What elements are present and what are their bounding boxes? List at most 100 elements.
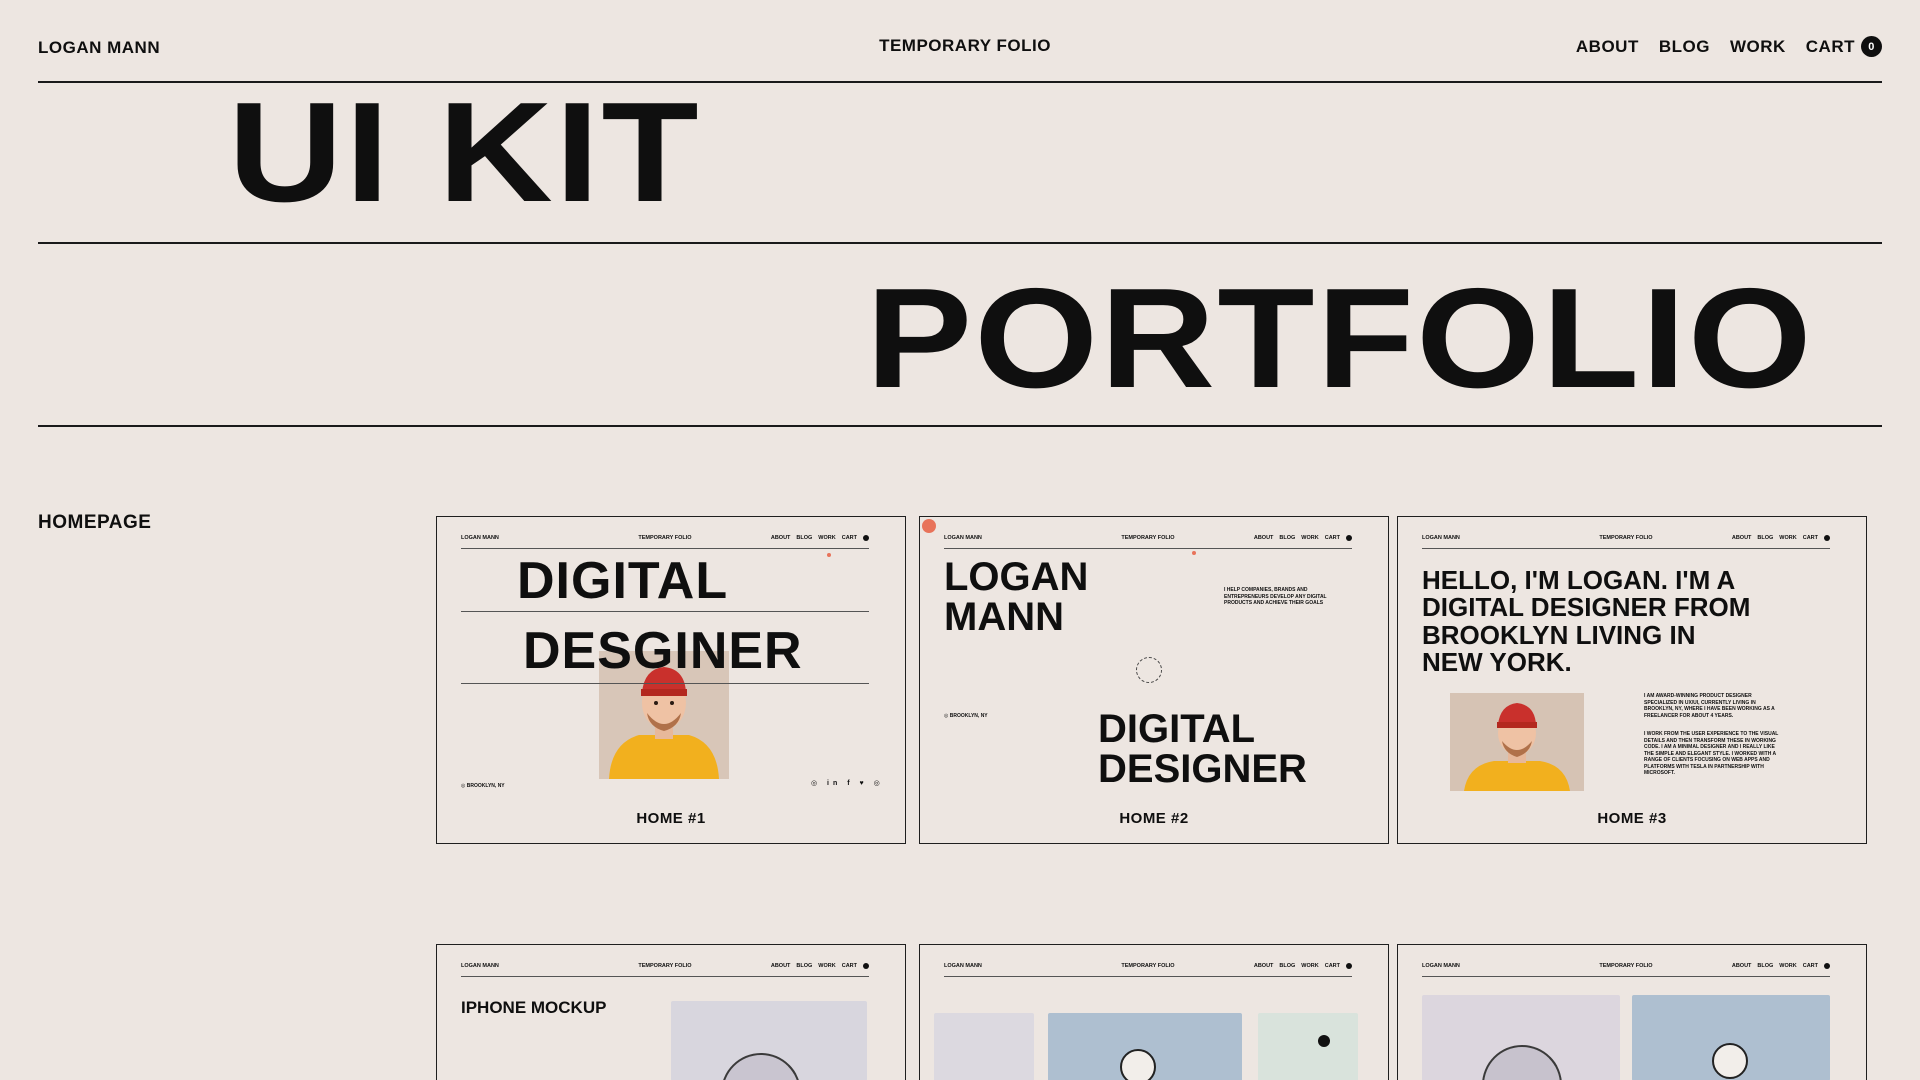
mini-cart-dot-icon xyxy=(1824,535,1830,541)
hero-title-portfolio: PORTFOLIO xyxy=(866,259,1814,418)
card-bio-2: I WORK FROM THE USER EXPERIENCE TO THE V… xyxy=(1644,731,1779,776)
mini-nav-cart: CART xyxy=(1324,963,1340,969)
card-name-1: LOGAN xyxy=(944,555,1089,599)
homepage-card-4[interactable]: LOGAN MANN TEMPORARY FOLIO ABOUT BLOG WO… xyxy=(436,944,906,1080)
mini-divider xyxy=(461,976,869,977)
mini-nav-cart: CART xyxy=(1802,535,1818,541)
mini-divider xyxy=(1422,976,1830,977)
card-name-2: MANN xyxy=(944,595,1064,639)
card-headline-2: DESIGNER xyxy=(1098,747,1307,791)
mini-nav-blog: BLOG xyxy=(796,963,813,969)
section-label-homepage: HOMEPAGE xyxy=(38,512,152,533)
mini-nav: ABOUT BLOG WORK CART xyxy=(1254,963,1352,969)
mockup-image-1 xyxy=(1422,995,1620,1080)
mini-header: LOGAN MANN TEMPORARY FOLIO ABOUT BLOG WO… xyxy=(461,963,869,977)
main-nav: ABOUT BLOG WORK CART 0 xyxy=(1576,36,1882,57)
homepage-card-2[interactable]: LOGAN MANN TEMPORARY FOLIO ABOUT BLOG WO… xyxy=(919,516,1389,844)
mockup-image-1 xyxy=(934,1013,1034,1080)
accent-dot xyxy=(922,519,936,533)
card-caption: HOME #3 xyxy=(1597,810,1667,827)
intro-line-1: HELLO, I'M LOGAN. I'M A xyxy=(1422,565,1736,595)
card-caption: HOME #2 xyxy=(1119,810,1189,827)
mini-cart-dot-icon xyxy=(1346,535,1352,541)
mini-nav-cart: CART xyxy=(841,963,857,969)
phone-camera-icon xyxy=(1318,1035,1330,1047)
mini-cart-dot-icon xyxy=(1824,963,1830,969)
hero-divider-1 xyxy=(38,242,1882,244)
mini-nav-work: WORK xyxy=(1301,535,1319,541)
mini-cart-dot-icon xyxy=(863,535,869,541)
mini-nav-blog: BLOG xyxy=(1279,963,1296,969)
mini-nav-work: WORK xyxy=(1779,535,1797,541)
mini-header: LOGAN MANN TEMPORARY FOLIO ABOUT BLOG WO… xyxy=(1422,535,1830,549)
card-headline-2: DESGINER xyxy=(523,622,803,680)
mini-divider xyxy=(944,548,1352,549)
mini-nav-blog: BLOG xyxy=(1757,535,1774,541)
mini-divider xyxy=(461,548,869,549)
badge-icon xyxy=(1120,1049,1156,1080)
mockup-image-2 xyxy=(1632,995,1830,1080)
mini-divider xyxy=(461,683,869,684)
mini-nav-work: WORK xyxy=(818,963,836,969)
lets-work-badge-icon xyxy=(1136,657,1162,683)
nav-work[interactable]: WORK xyxy=(1730,37,1786,57)
mini-nav-blog: BLOG xyxy=(796,535,813,541)
mini-divider xyxy=(461,611,869,612)
mini-nav-cart: CART xyxy=(841,535,857,541)
intro-line-3: BROOKLYN LIVING IN xyxy=(1422,619,1696,650)
homepage-card-5[interactable]: LOGAN MANN TEMPORARY FOLIO ABOUT BLOG WO… xyxy=(919,944,1389,1080)
card-caption: HOME #1 xyxy=(636,810,706,827)
mini-nav-about: ABOUT xyxy=(1253,535,1274,541)
nav-about[interactable]: ABOUT xyxy=(1576,37,1639,57)
hero-title-uikit: UI KIT xyxy=(228,73,701,232)
nav-blog[interactable]: BLOG xyxy=(1659,37,1710,57)
mini-divider xyxy=(1422,548,1830,549)
mini-header: LOGAN MANN TEMPORARY FOLIO ABOUT BLOG WO… xyxy=(1422,963,1830,977)
homepage-card-1[interactable]: LOGAN MANN TEMPORARY FOLIO ABOUT BLOG WO… xyxy=(436,516,906,844)
intro-line-4: NEW YORK. xyxy=(1422,646,1572,677)
card-headline-1: DIGITAL xyxy=(1098,707,1256,751)
homepage-card-3[interactable]: LOGAN MANN TEMPORARY FOLIO ABOUT BLOG WO… xyxy=(1397,516,1867,844)
mini-location: ◎ BROOKLYN, NY xyxy=(461,783,505,789)
card-intro-headline: HELLO, I'M LOGAN. I'M A DIGITAL DESIGNER… xyxy=(1422,565,1751,677)
mockup-image-3 xyxy=(1258,1013,1358,1080)
mini-cart-dot-icon xyxy=(863,963,869,969)
mockup-image-2 xyxy=(1048,1013,1242,1080)
mini-nav-cart: CART xyxy=(1802,963,1818,969)
accent-dot xyxy=(827,553,831,557)
mini-nav: ABOUT BLOG WORK CART xyxy=(1732,963,1830,969)
mini-cart-dot-icon xyxy=(1346,963,1352,969)
mini-location: ◎ BROOKLYN, NY xyxy=(944,713,988,719)
portrait-photo xyxy=(1450,693,1584,791)
mini-nav: ABOUT BLOG WORK CART xyxy=(771,535,869,541)
phone-camera-icon xyxy=(721,1053,801,1080)
nav-cart[interactable]: CART 0 xyxy=(1806,36,1882,57)
mini-nav-cart: CART xyxy=(1324,535,1340,541)
mini-divider xyxy=(944,976,1352,977)
homepage-card-6[interactable]: LOGAN MANN TEMPORARY FOLIO ABOUT BLOG WO… xyxy=(1397,944,1867,1080)
mini-location-text: BROOKLYN, NY xyxy=(949,713,988,719)
mini-nav: ABOUT BLOG WORK CART xyxy=(1254,535,1352,541)
accent-dot xyxy=(1192,551,1196,555)
mini-nav-about: ABOUT xyxy=(770,963,791,969)
mini-nav-blog: BLOG xyxy=(1279,535,1296,541)
mini-nav-about: ABOUT xyxy=(770,535,791,541)
cart-count-badge: 0 xyxy=(1861,36,1882,57)
mini-nav-work: WORK xyxy=(1301,963,1319,969)
mini-header: LOGAN MANN TEMPORARY FOLIO ABOUT BLOG WO… xyxy=(461,535,869,549)
mini-nav: ABOUT BLOG WORK CART xyxy=(771,963,869,969)
phone-camera-icon xyxy=(1482,1045,1562,1080)
social-icons: ◎ in f ♥ ◎ xyxy=(811,780,884,787)
mini-nav-about: ABOUT xyxy=(1731,535,1752,541)
mini-nav-work: WORK xyxy=(1779,963,1797,969)
mini-header: LOGAN MANN TEMPORARY FOLIO ABOUT BLOG WO… xyxy=(944,535,1352,549)
hero-divider-2 xyxy=(38,425,1882,427)
mini-nav-about: ABOUT xyxy=(1253,963,1274,969)
mini-nav-about: ABOUT xyxy=(1731,963,1752,969)
mini-location-text: BROOKLYN, NY xyxy=(466,783,505,789)
portrait-illustration-icon xyxy=(1450,693,1584,791)
mini-nav-blog: BLOG xyxy=(1757,963,1774,969)
intro-line-2: DIGITAL DESIGNER FROM xyxy=(1422,592,1751,623)
card-blurb: I HELP COMPANIES, BRANDS AND ENTREPRENEU… xyxy=(1224,587,1327,606)
iphone-mockup-image xyxy=(671,1001,867,1080)
